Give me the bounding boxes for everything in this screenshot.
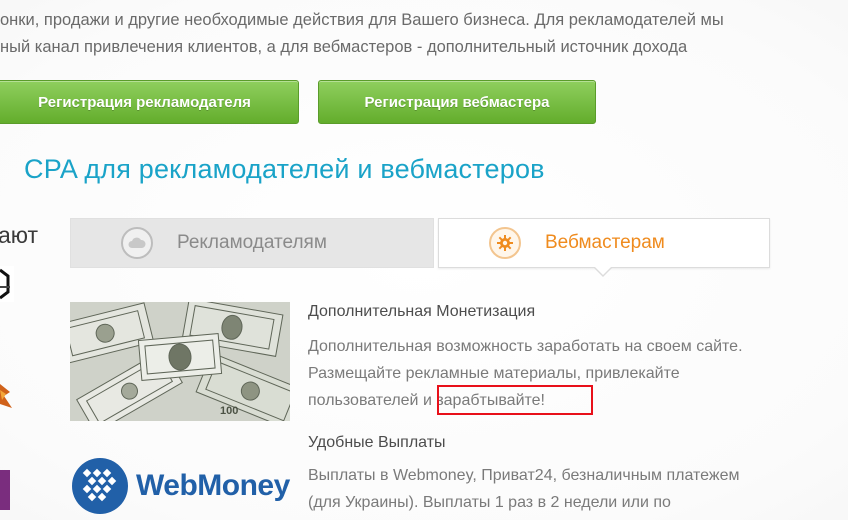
money-image: 100 (70, 302, 290, 421)
highlight-box (437, 385, 593, 415)
partner-logo-fragment (0, 470, 14, 510)
webmoney-globe-icon (72, 458, 128, 514)
partner-logo-fragment (0, 370, 14, 420)
cloud-icon (121, 227, 153, 259)
register-webmaster-button[interactable]: Регистрация вебмастера (318, 80, 596, 124)
item-text-line: Дополнительная возможность заработать на… (308, 338, 743, 355)
item-text-payouts: Выплаты в Webmoney, Приват24, безналичны… (308, 462, 788, 516)
partners-heading-fragment: ают (0, 222, 39, 248)
tab-webmasters-label: Вебмастерам (545, 232, 665, 253)
intro-line-2: ный канал привлечения клиентов, а для ве… (0, 38, 688, 56)
item-text-line: Выплаты в Webmoney, Приват24, безналичны… (308, 467, 740, 484)
register-advertiser-button[interactable]: Регистрация рекламодателя (0, 80, 299, 124)
intro-line-1: онки, продажи и другие необходимые дейст… (0, 11, 724, 29)
tab-advertisers-label: Рекламодателям (177, 232, 327, 253)
active-tab-pointer (593, 266, 613, 277)
partner-logo-fragment (0, 262, 14, 306)
svg-text:100: 100 (220, 405, 238, 417)
item-title-monetization: Дополнительная Монетизация (308, 303, 536, 320)
section-title: CPA для рекламодателей и вебмастеров (24, 154, 545, 184)
gear-icon (489, 227, 521, 259)
webmoney-wordmark: WebMoney (136, 469, 290, 502)
webmoney-logo: WebMoney (70, 452, 292, 520)
tab-webmasters[interactable]: Вебмастерам (438, 218, 770, 268)
intro-text: онки, продажи и другие необходимые дейст… (0, 7, 848, 61)
item-title-payouts: Удобные Выплаты (308, 434, 446, 451)
item-text-line: Размещайте рекламные материалы, привлека… (308, 365, 680, 382)
item-text-line: (для Украины). Выплаты 1 раз в 2 недели … (308, 494, 671, 511)
tab-advertisers[interactable]: Рекламодателям (70, 218, 434, 268)
